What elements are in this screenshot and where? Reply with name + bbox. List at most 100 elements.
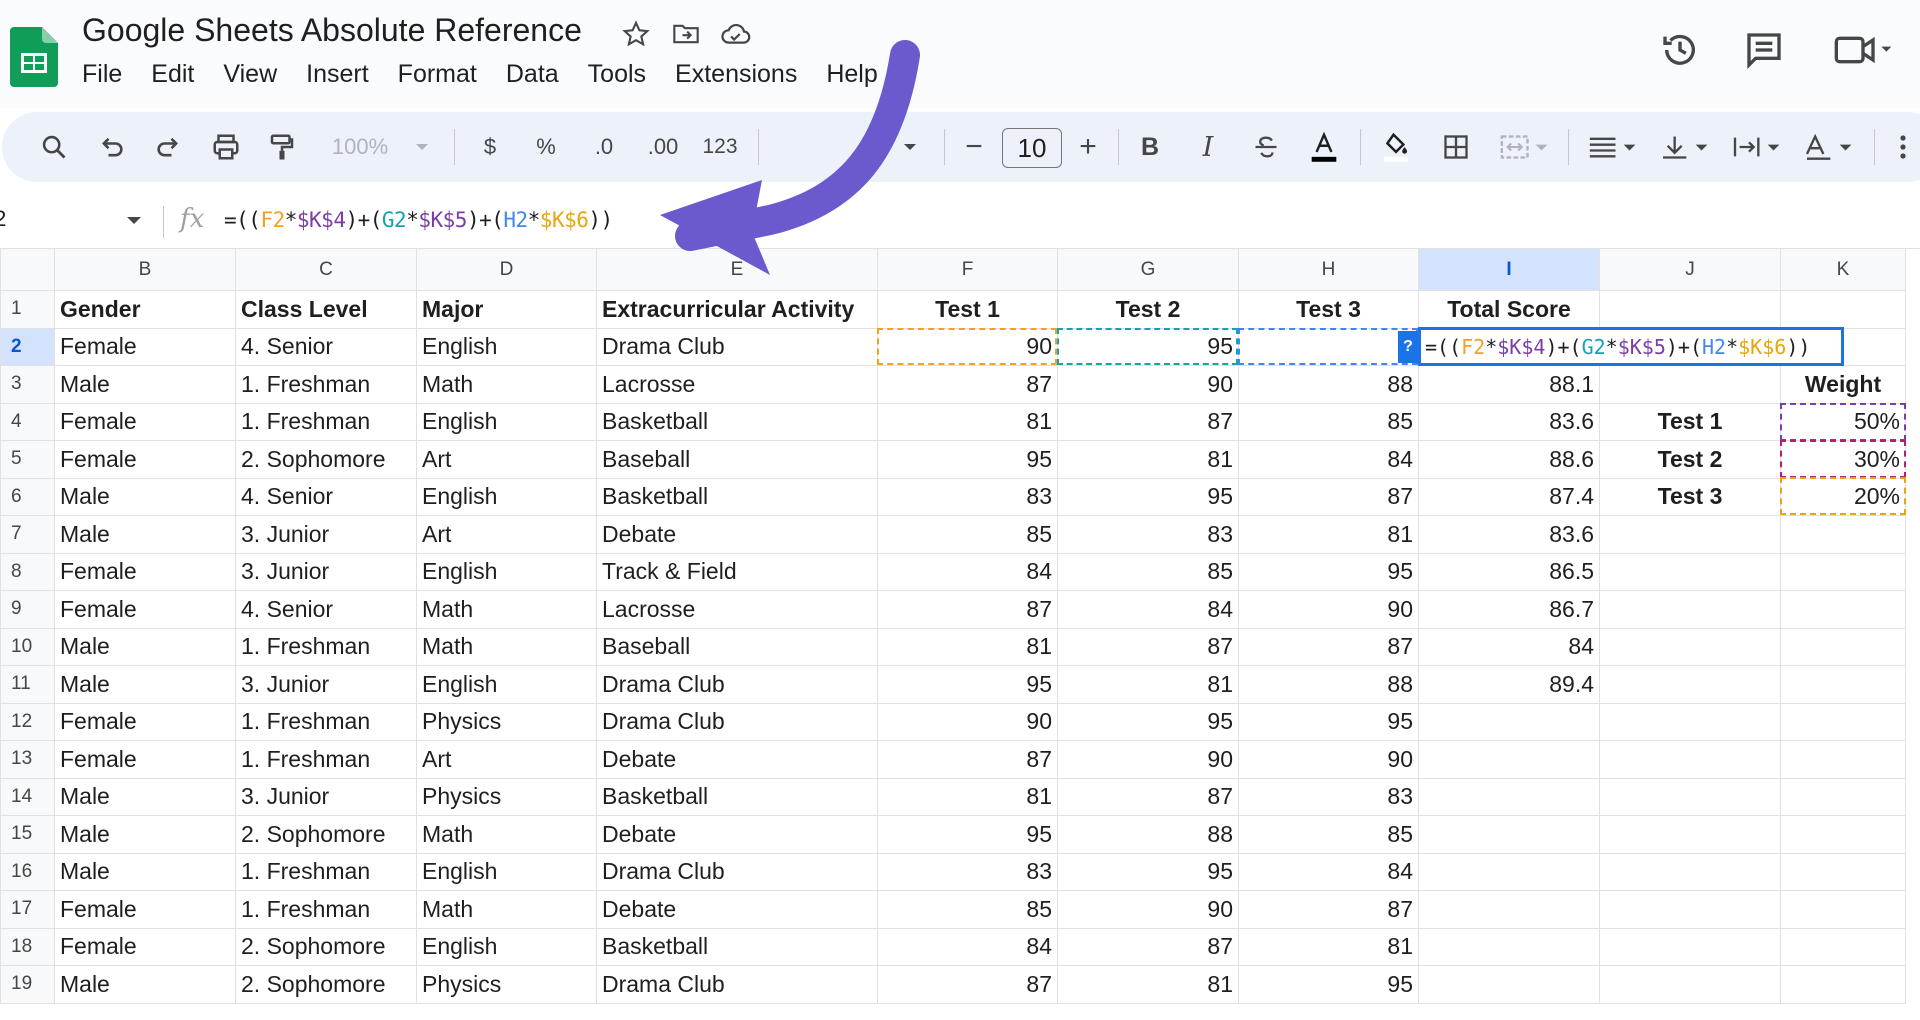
cell[interactable]: 87 [1238,477,1419,516]
sheets-logo-icon[interactable] [10,27,58,87]
cell[interactable]: English [416,327,597,366]
cell[interactable] [1599,890,1781,929]
help-badge[interactable]: ? [1398,331,1418,363]
cell[interactable]: 2. Sophomore [235,815,417,854]
cell[interactable]: 81 [877,627,1058,666]
active-cell-editor[interactable]: =((F2 * $K$4)+(G2 * $K$5)+(H2 * $K$6)) [1418,327,1844,366]
menu-data[interactable]: Data [506,60,573,89]
vertical-align-icon[interactable] [1654,112,1714,182]
cell[interactable]: Total Score [1418,290,1600,329]
cell[interactable]: Drama Club [596,965,878,1004]
cell[interactable]: 81 [1057,665,1239,704]
cell[interactable] [1599,965,1781,1004]
cell[interactable]: 20% [1780,477,1906,516]
column-header[interactable]: J [1599,248,1781,291]
cell[interactable]: 86.7 [1418,590,1600,629]
cell[interactable] [1780,515,1906,554]
cell[interactable]: 83 [1057,515,1239,554]
cell[interactable]: 4. Senior [235,327,417,366]
cell[interactable] [1599,515,1781,554]
column-header[interactable]: H [1238,248,1419,291]
cell[interactable]: 30% [1780,440,1906,479]
cell[interactable]: 85 [877,515,1058,554]
row-header[interactable]: 11 [0,665,55,704]
cell[interactable]: Test 1 [1599,402,1781,441]
comment-icon[interactable] [1742,28,1786,72]
cell[interactable]: Female [54,890,236,929]
cell[interactable]: Debate [596,515,878,554]
cell[interactable]: Female [54,927,236,966]
cell[interactable]: Art [416,515,597,554]
cell[interactable]: 4. Senior [235,477,417,516]
cloud-status-icon[interactable] [720,18,752,50]
cell[interactable]: Art [416,740,597,779]
cell[interactable]: 95 [1238,965,1419,1004]
cell[interactable]: 88 [1238,665,1419,704]
cell[interactable]: 84 [1418,627,1600,666]
cell[interactable]: 84 [877,552,1058,591]
cell[interactable]: 95 [877,665,1058,704]
cell[interactable]: 8 [1238,327,1419,366]
cell[interactable]: Basketball [596,477,878,516]
cell[interactable] [1780,890,1906,929]
cell[interactable]: 95 [1057,477,1239,516]
row-header[interactable]: 10 [0,627,55,666]
percent-button[interactable]: % [526,112,566,182]
currency-button[interactable]: $ [470,112,510,182]
cell[interactable] [1780,927,1906,966]
cell[interactable] [1780,815,1906,854]
cell[interactable]: 1. Freshman [235,402,417,441]
cell[interactable]: 1. Freshman [235,627,417,666]
cell[interactable]: Drama Club [596,665,878,704]
cell[interactable] [1599,365,1781,404]
cell[interactable] [1780,590,1906,629]
cell[interactable]: 3. Junior [235,515,417,554]
cell[interactable]: English [416,665,597,704]
row-header[interactable]: 12 [0,702,55,741]
cell[interactable]: 87 [1057,777,1239,816]
cell[interactable]: 87 [1238,890,1419,929]
cell[interactable] [1780,290,1906,329]
cell[interactable]: 3. Junior [235,552,417,591]
cell[interactable]: 1. Freshman [235,890,417,929]
row-header[interactable]: 8 [0,552,55,591]
cell[interactable]: Male [54,777,236,816]
bold-button[interactable]: B [1130,112,1170,182]
horizontal-align-icon[interactable] [1582,112,1642,182]
cell[interactable]: Drama Club [596,852,878,891]
cell[interactable]: 95 [877,815,1058,854]
cell[interactable]: Lacrosse [596,590,878,629]
cell[interactable]: 1. Freshman [235,702,417,741]
cell[interactable]: 95 [1057,327,1239,366]
cell[interactable] [1418,815,1600,854]
cell[interactable]: Physics [416,702,597,741]
number-format-button[interactable]: 123 [698,112,742,182]
cell[interactable] [1780,777,1906,816]
cell[interactable]: Male [54,665,236,704]
cell[interactable]: 90 [1057,740,1239,779]
cell[interactable]: 83 [1238,777,1419,816]
column-header[interactable]: B [54,248,236,291]
cell[interactable]: English [416,552,597,591]
column-header[interactable]: C [235,248,417,291]
row-header[interactable]: 3 [0,365,55,404]
cell[interactable]: Female [54,552,236,591]
cell[interactable]: 87 [877,365,1058,404]
cell[interactable]: 83.6 [1418,402,1600,441]
cell[interactable] [1418,740,1600,779]
formula-input[interactable]: =((F2*$K$4)+(G2*$K$5)+(H2*$K$6)) [224,208,613,232]
text-rotation-icon[interactable] [1798,112,1858,182]
cell[interactable]: 1. Freshman [235,365,417,404]
cell[interactable]: Test 1 [877,290,1058,329]
cell[interactable]: 4. Senior [235,590,417,629]
row-header[interactable]: 4 [0,402,55,441]
row-header[interactable]: 15 [0,815,55,854]
cell[interactable]: 83 [877,852,1058,891]
cell[interactable]: 90 [1057,365,1239,404]
row-header[interactable]: 18 [0,927,55,966]
cell[interactable]: 2. Sophomore [235,965,417,1004]
cell[interactable]: 89.4 [1418,665,1600,704]
cell[interactable] [1599,852,1781,891]
fill-color-icon[interactable] [1374,112,1418,182]
cell[interactable]: 2. Sophomore [235,440,417,479]
